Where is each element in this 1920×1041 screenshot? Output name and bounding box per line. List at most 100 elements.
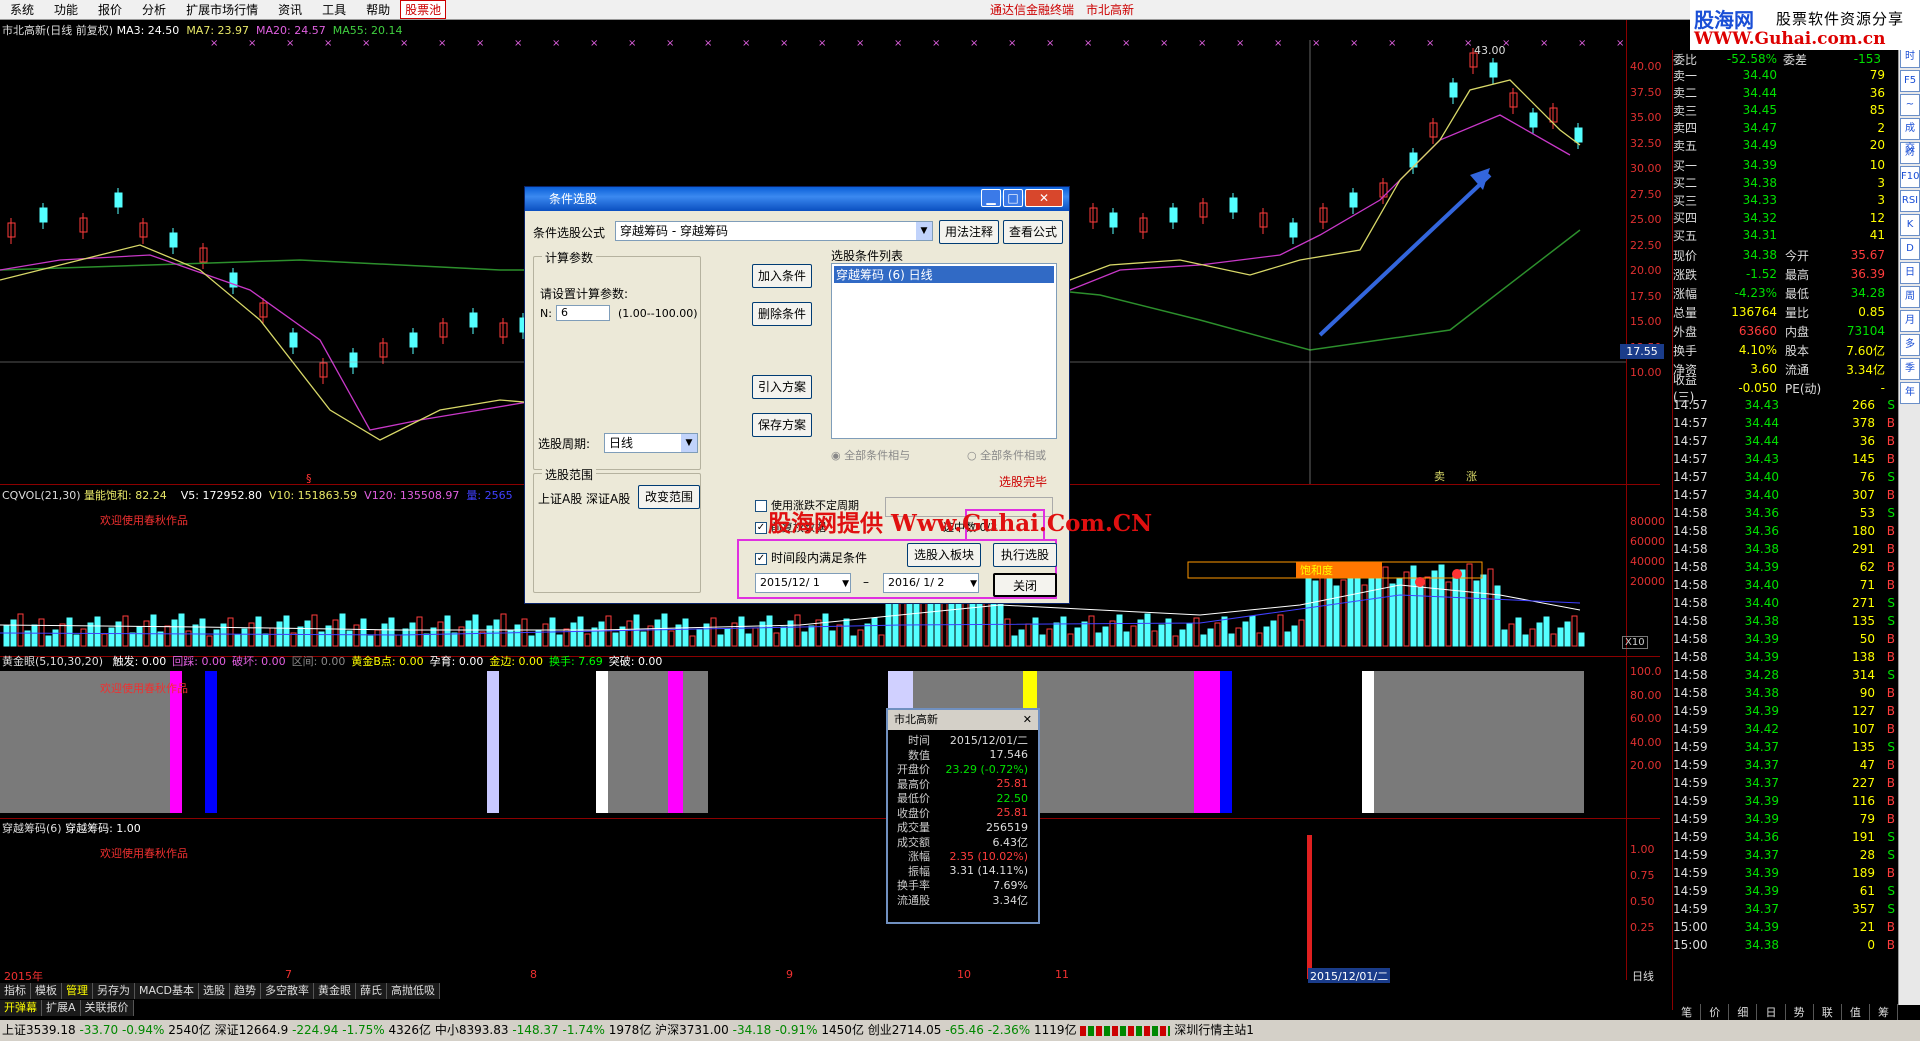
- delete-condition-button[interactable]: 删除条件: [752, 302, 812, 326]
- to-block-button[interactable]: 选股入板块: [907, 543, 981, 567]
- indicator-tab[interactable]: 选股: [198, 983, 230, 999]
- volume-bar: [374, 629, 381, 647]
- side-icon[interactable]: F10: [1900, 166, 1920, 188]
- save-plan-button[interactable]: 保存方案: [752, 413, 812, 437]
- menu-function[interactable]: 功能: [44, 1, 88, 18]
- popup-row: 成交额 6.43亿: [888, 835, 1038, 850]
- gold-item-key: 孕育: [429, 655, 452, 668]
- sz-index[interactable]: 深证12664.9: [215, 1023, 289, 1037]
- sh-index[interactable]: 上证3539.18: [2, 1023, 76, 1037]
- side-icon[interactable]: RSI: [1900, 190, 1920, 212]
- side-icon[interactable]: 年: [1900, 382, 1920, 404]
- hs-index[interactable]: 沪深3731.00: [655, 1023, 729, 1037]
- bar-info-popup: 市北高新 ✕ 时间 2015/12/01/二 数值 17.546 开盘价 23.29 (-0…: [886, 708, 1040, 924]
- weibi-value: -52.58%: [1726, 52, 1777, 66]
- volume-bar: [129, 632, 136, 647]
- quote-tab[interactable]: 笔: [1673, 1004, 1702, 1020]
- zx-index[interactable]: 中小8393.83: [435, 1023, 509, 1037]
- extra-tab[interactable]: 关联报价: [80, 1000, 134, 1016]
- quote-tab[interactable]: 联: [1814, 1004, 1842, 1020]
- change-range-button[interactable]: 改变范围: [638, 485, 700, 509]
- close-icon[interactable]: ✕: [1023, 710, 1032, 730]
- quote-tab[interactable]: 筹: [1870, 1004, 1898, 1020]
- volume-bar: [1172, 635, 1179, 647]
- view-formula-button[interactable]: 查看公式: [1003, 220, 1063, 244]
- indicator-tab[interactable]: 趋势: [229, 983, 261, 999]
- indicator-tab[interactable]: 高抛低吸: [386, 983, 440, 999]
- extra-tab[interactable]: 扩展A: [42, 1000, 81, 1016]
- menu-stock-pool[interactable]: 股票池: [400, 0, 447, 19]
- condition-item[interactable]: 穿越筹码 (6) 日线: [834, 266, 1054, 283]
- volume-bar: [479, 631, 486, 647]
- indicator-tab[interactable]: 多空散率: [260, 983, 314, 999]
- indicator-tab[interactable]: 黄金眼: [313, 983, 356, 999]
- add-condition-button[interactable]: 加入条件: [752, 264, 812, 288]
- quote-tab[interactable]: 日: [1757, 1004, 1786, 1020]
- quote-tab[interactable]: 价: [1701, 1004, 1730, 1020]
- side-icon[interactable]: 月: [1900, 310, 1920, 332]
- close-icon[interactable]: ✕: [1025, 189, 1063, 207]
- qrow-stat: 涨幅 -4.23% 最低 34.28: [1673, 284, 1898, 302]
- side-icon[interactable]: 财: [1900, 142, 1920, 164]
- radio-and[interactable]: ◉ 全部条件相与: [831, 447, 910, 463]
- quote-tab[interactable]: 细: [1729, 1004, 1758, 1020]
- indicator-tab[interactable]: 薛氏: [355, 983, 387, 999]
- menu-ext-market[interactable]: 扩展市场行情: [176, 1, 268, 18]
- indicator-tab[interactable]: 管理: [62, 983, 93, 999]
- cy-index[interactable]: 创业2714.05: [868, 1023, 942, 1037]
- tick-row: 14:58 34.36 180 B: [1673, 522, 1898, 540]
- side-icon[interactable]: 日: [1900, 262, 1920, 284]
- tick-price: 34.28: [1744, 668, 1779, 682]
- side-icon[interactable]: ~: [1900, 94, 1920, 116]
- side-icon[interactable]: 多: [1900, 334, 1920, 356]
- n-input[interactable]: 6: [556, 305, 610, 321]
- tick-time: 14:59: [1673, 902, 1708, 916]
- extra-tab[interactable]: 开弹幕: [0, 1000, 42, 1016]
- menu-quote[interactable]: 报价: [88, 1, 132, 18]
- timecond-checkbox[interactable]: ✓ 时间段内满足条件: [755, 549, 867, 566]
- condition-list[interactable]: 穿越筹码 (6) 日线: [831, 263, 1057, 439]
- signal-mark: ×: [1312, 38, 1320, 49]
- side-icon[interactable]: 季: [1900, 358, 1920, 380]
- date-from-input[interactable]: 2015/12/ 1 ▼: [755, 573, 851, 593]
- chip-chart[interactable]: [0, 819, 1626, 979]
- watermark-text: 股海网提供 Www.Guhai.Com.CN: [768, 510, 1153, 537]
- menu-info[interactable]: 资讯: [268, 1, 312, 18]
- quote-value: 34.49: [1742, 138, 1777, 152]
- period-select[interactable]: 日线 ▼: [604, 433, 698, 453]
- date-to-input[interactable]: 2016/ 1/ 2 ▼: [883, 573, 979, 593]
- server-station[interactable]: 深圳行情主站1: [1174, 1023, 1254, 1037]
- minimize-icon[interactable]: ▁: [981, 189, 1001, 207]
- radio-or[interactable]: ○ 全部条件相或: [967, 447, 1046, 463]
- volume-bar: [199, 618, 206, 647]
- quote-tab[interactable]: 值: [1842, 1004, 1870, 1020]
- formula-select[interactable]: 穿越筹码 - 穿越筹码 ▼: [615, 221, 933, 241]
- menu-help[interactable]: 帮助: [356, 1, 400, 18]
- usage-button[interactable]: 用法注释: [939, 220, 999, 244]
- indicator-tab[interactable]: 模板: [31, 983, 62, 999]
- y-tick: 17.50: [1630, 289, 1662, 303]
- gold-chart[interactable]: [0, 657, 1626, 818]
- close-button[interactable]: 关闭: [993, 573, 1057, 597]
- quote-tab[interactable]: 势: [1786, 1004, 1814, 1020]
- tick-row: 14:59 34.42 107 B: [1673, 720, 1898, 738]
- import-plan-button[interactable]: 引入方案: [752, 375, 812, 399]
- indicator-tab[interactable]: MACD基本: [135, 983, 199, 999]
- tick-price: 34.43: [1744, 398, 1779, 412]
- side-icon[interactable]: 周: [1900, 286, 1920, 308]
- execute-button[interactable]: 执行选股: [993, 543, 1057, 567]
- side-icon[interactable]: D: [1900, 238, 1920, 260]
- indicator-tab[interactable]: 另存为: [93, 983, 135, 999]
- maximize-icon[interactable]: □: [1003, 189, 1023, 207]
- volume-bar: [1508, 623, 1515, 647]
- menu-system[interactable]: 系统: [0, 1, 44, 18]
- signal-mark: ×: [704, 38, 712, 49]
- menu-analysis[interactable]: 分析: [132, 1, 176, 18]
- side-icon[interactable]: F5: [1900, 70, 1920, 92]
- tick-side: B: [1886, 776, 1895, 790]
- indicator-tab[interactable]: 指标: [0, 983, 31, 999]
- menu-tools[interactable]: 工具: [312, 1, 356, 18]
- tick-time: 15:00: [1673, 920, 1708, 934]
- side-icon[interactable]: 成交: [1900, 118, 1920, 154]
- side-icon[interactable]: K: [1900, 214, 1920, 236]
